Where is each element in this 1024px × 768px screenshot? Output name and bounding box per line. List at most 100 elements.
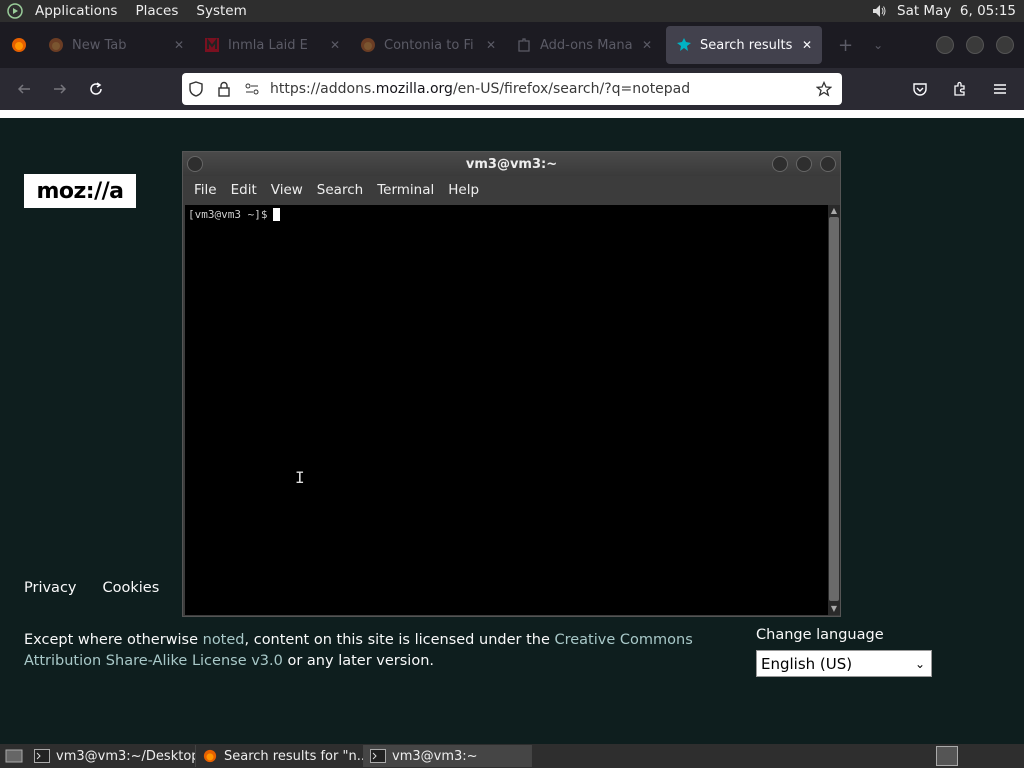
language-select[interactable]: English (US) ⌄ — [756, 650, 932, 677]
puzzle-icon — [954, 81, 965, 96]
menu-edit[interactable]: Edit — [224, 182, 264, 198]
places-menu[interactable]: Places — [126, 3, 187, 19]
extensions-button[interactable] — [942, 73, 978, 105]
nav-bar: https://addons.mozilla.org/en-US/firefox… — [0, 68, 1024, 110]
firefox-icon — [361, 38, 375, 52]
desktop-icon — [5, 749, 23, 763]
mozilla-logo[interactable]: moz://a — [24, 174, 136, 208]
tab-strip: New Tab ✕ Inmla Laid E ✕ Contonia to Fi … — [0, 22, 1024, 68]
reload-button[interactable] — [78, 73, 114, 105]
noted-link[interactable]: noted — [203, 632, 245, 648]
license-post: or any later version. — [282, 653, 434, 669]
close-window-button[interactable] — [820, 156, 836, 172]
tab-continue[interactable]: Contonia to Fi ✕ — [350, 26, 506, 64]
clock[interactable]: Sat May 6, 05:15 — [897, 3, 1016, 19]
terminal-window[interactable]: vm3@vm3:~ File Edit View Search Terminal… — [182, 151, 841, 617]
license-pre: Except where otherwise — [24, 632, 203, 648]
scroll-thumb[interactable] — [829, 217, 839, 601]
menu-search[interactable]: Search — [310, 182, 370, 198]
pocket-button[interactable] — [902, 73, 938, 105]
applications-menu[interactable]: Applications — [26, 3, 126, 19]
arrow-left-icon — [17, 84, 30, 94]
tab-title: New Tab — [72, 37, 127, 53]
arrow-right-icon — [54, 84, 67, 94]
terminal-title: vm3@vm3:~ — [465, 156, 558, 172]
window-menu-button[interactable] — [187, 156, 203, 172]
firefox-view-button[interactable] — [0, 26, 38, 64]
terminal-prompt: [vm3@vm3 ~]$ — [188, 208, 281, 221]
task-terminal-home[interactable]: vm3@vm3:~ — [364, 745, 532, 767]
tab-title: Contonia to Fi — [384, 37, 474, 53]
url-bar[interactable]: https://addons.mozilla.org/en-US/firefox… — [182, 73, 842, 105]
terminal-scrollbar[interactable]: ▲ ▼ — [828, 205, 840, 615]
close-icon[interactable]: ✕ — [802, 38, 812, 52]
volume-icon[interactable] — [869, 1, 889, 21]
lock-icon[interactable] — [210, 81, 238, 97]
prompt-text: [vm3@vm3 ~]$ — [188, 208, 268, 221]
language-selected-value: English (US) — [761, 654, 853, 673]
close-icon[interactable]: ✕ — [642, 38, 652, 52]
chevron-down-icon[interactable]: ⌄ — [865, 38, 891, 52]
scroll-up-icon[interactable]: ▲ — [828, 205, 840, 217]
firefox-icon — [49, 38, 63, 52]
workspace-switcher[interactable] — [936, 746, 958, 766]
url-prefix: https://addons. — [270, 81, 376, 97]
chevron-down-icon: ⌄ — [914, 656, 925, 671]
pocket-icon — [913, 83, 927, 96]
addons-icon — [677, 38, 691, 51]
task-label: vm3@vm3:~/Desktop — [56, 748, 196, 764]
privacy-link[interactable]: Privacy — [24, 580, 77, 596]
maximize-button[interactable] — [966, 36, 984, 54]
close-window-button[interactable] — [996, 36, 1014, 54]
close-icon[interactable]: ✕ — [330, 38, 340, 52]
app-menu-button[interactable] — [982, 73, 1018, 105]
task-firefox[interactable]: Search results for "n... — [196, 745, 364, 767]
cookies-link[interactable]: Cookies — [103, 580, 160, 596]
tab-new-tab[interactable]: New Tab ✕ — [38, 26, 194, 64]
forward-button[interactable] — [42, 73, 78, 105]
tab-title: Add-ons Mana — [540, 37, 633, 53]
terminal-icon — [34, 749, 50, 763]
puzzle-icon — [518, 38, 530, 52]
gnome-foot-icon[interactable] — [4, 0, 26, 22]
url-text[interactable]: https://addons.mozilla.org/en-US/firefox… — [270, 81, 810, 97]
task-label: vm3@vm3:~ — [392, 748, 478, 764]
task-terminal-desktop[interactable]: vm3@vm3:~/Desktop — [28, 745, 196, 767]
permissions-icon[interactable] — [238, 81, 266, 97]
menu-terminal[interactable]: Terminal — [370, 182, 441, 198]
close-icon[interactable]: ✕ — [486, 38, 496, 52]
maximize-button[interactable] — [796, 156, 812, 172]
minimize-button[interactable] — [936, 36, 954, 54]
tab-title: Search results fo — [700, 37, 794, 53]
tab-title: Inmla Laid E — [228, 37, 308, 53]
scroll-down-icon[interactable]: ▼ — [828, 603, 840, 615]
window-controls — [930, 36, 1020, 54]
terminal-body[interactable]: [vm3@vm3 ~]$ — [185, 205, 828, 615]
close-icon[interactable]: ✕ — [174, 38, 184, 52]
minimize-button[interactable] — [772, 156, 788, 172]
menu-view[interactable]: View — [264, 182, 310, 198]
menu-help[interactable]: Help — [441, 182, 486, 198]
reload-icon — [90, 82, 102, 95]
back-button[interactable] — [6, 73, 42, 105]
system-menu[interactable]: System — [187, 3, 255, 19]
terminal-icon — [370, 749, 386, 763]
url-domain: mozilla.org — [375, 81, 453, 97]
tab-search-results[interactable]: Search results fo ✕ — [666, 26, 822, 64]
license-mid: , content on this site is licensed under… — [244, 632, 555, 648]
license-text: Except where otherwise noted, content on… — [24, 630, 744, 672]
bookmark-star-icon[interactable] — [810, 81, 838, 97]
new-tab-button[interactable]: + — [826, 35, 865, 56]
show-desktop-button[interactable] — [0, 748, 28, 764]
tab-mega[interactable]: Inmla Laid E ✕ — [194, 26, 350, 64]
text-cursor — [273, 208, 281, 221]
terminal-titlebar[interactable]: vm3@vm3:~ — [183, 152, 840, 176]
firefox-icon — [203, 749, 217, 763]
shield-icon[interactable] — [182, 81, 210, 97]
menu-file[interactable]: File — [187, 182, 224, 198]
footer-links: Privacy Cookies — [24, 580, 159, 596]
firefox-icon — [12, 38, 26, 52]
toolbar-right — [902, 73, 1018, 105]
terminal-menubar: File Edit View Search Terminal Help — [183, 176, 840, 204]
tab-addons-manager[interactable]: Add-ons Mana ✕ — [506, 26, 662, 64]
